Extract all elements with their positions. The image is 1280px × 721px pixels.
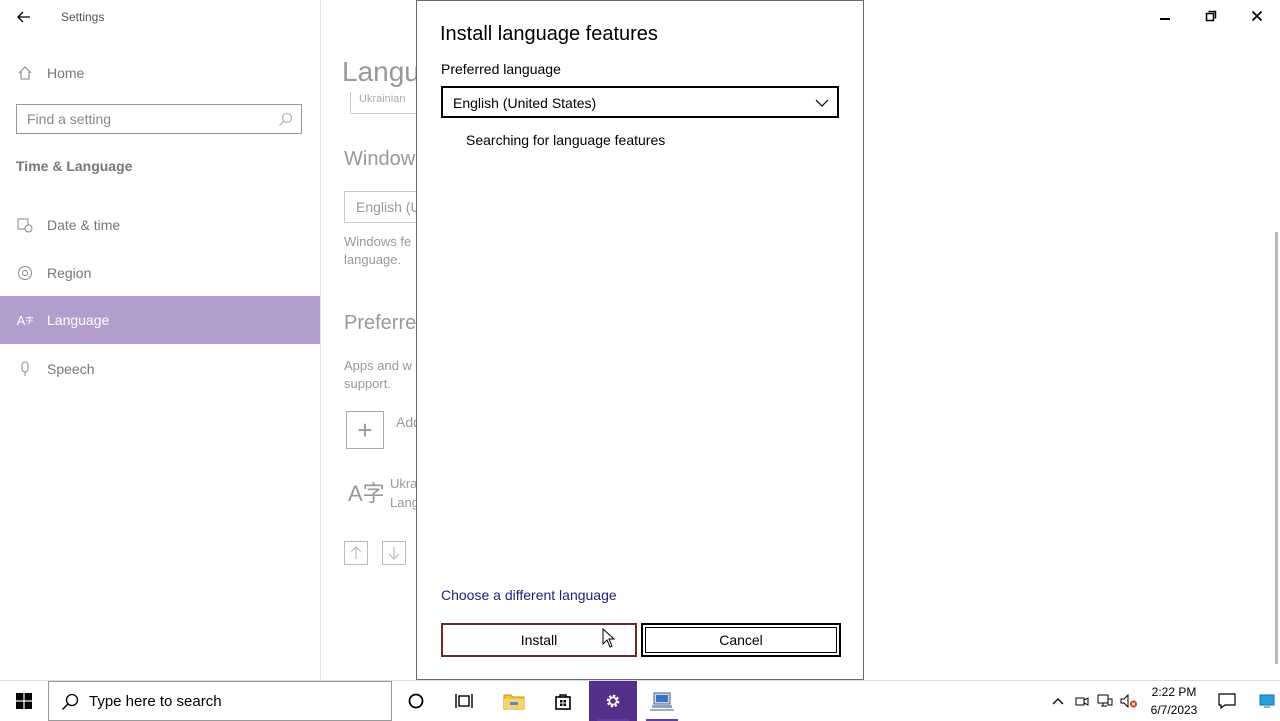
- clock-time: 2:22 PM: [1151, 685, 1197, 699]
- cancel-button[interactable]: Cancel: [641, 623, 841, 657]
- install-language-features-dialog: Install language features Preferred lang…: [416, 0, 864, 680]
- start-button[interactable]: [0, 681, 48, 721]
- file-explorer-button[interactable]: [490, 681, 538, 721]
- windows-logo-icon: [16, 693, 32, 709]
- folder-icon: [503, 694, 525, 710]
- preferred-languages-heading: Preferre: [344, 312, 417, 334]
- network-icon: [1097, 694, 1113, 707]
- cortana-button[interactable]: [392, 681, 440, 721]
- choose-different-language-link[interactable]: Choose a different language: [441, 587, 617, 603]
- settings-sidebar: Settings Home Time & Language Date & tim…: [0, 0, 321, 680]
- notification-icon: [1218, 693, 1236, 709]
- preferred-language-label: Preferred language: [441, 61, 561, 77]
- sidebar-item-label: Region: [47, 265, 92, 281]
- move-up-button[interactable]: [344, 541, 368, 565]
- find-setting-search[interactable]: [16, 104, 302, 134]
- task-view-button[interactable]: [440, 681, 488, 721]
- video-camera-icon: [1075, 697, 1089, 706]
- sidebar-item-speech[interactable]: Speech: [0, 345, 320, 393]
- add-language-button[interactable]: +: [346, 411, 384, 449]
- arrow-up-icon: [350, 546, 362, 559]
- search-icon: [61, 693, 79, 716]
- preferred-language-select[interactable]: English (United States): [441, 86, 839, 118]
- microphone-icon: [17, 361, 33, 377]
- searching-status: Searching for language features: [466, 132, 666, 148]
- section-heading: Time & Language: [16, 158, 133, 174]
- language-subtitle: Lang: [390, 495, 419, 510]
- sidebar-item-label: Language: [47, 312, 110, 328]
- plus-icon: +: [357, 414, 373, 445]
- task-view-icon: [455, 694, 473, 708]
- content-scrollbar[interactable]: [1275, 232, 1278, 664]
- language-icon: A字: [16, 312, 34, 328]
- sidebar-item-language[interactable]: A字 Language: [0, 296, 320, 344]
- show-hidden-icons-button[interactable]: [1046, 681, 1070, 721]
- dialog-title: Install language features: [440, 23, 658, 45]
- desktop-icon: [1259, 694, 1275, 708]
- calendar-clock-icon: [17, 217, 33, 233]
- move-down-button[interactable]: [382, 541, 406, 565]
- close-icon: [1251, 10, 1263, 22]
- clock-date: 6/7/2023: [1150, 703, 1198, 717]
- cortana-circle-icon: [408, 693, 424, 709]
- computer-network-icon: [650, 692, 674, 711]
- window-controls: [1142, 0, 1280, 32]
- sidebar-item-date-time[interactable]: Date & time: [0, 201, 320, 249]
- back-arrow-icon: [17, 11, 30, 23]
- selected-language-value: English (United States): [453, 95, 597, 111]
- windows-display-heading: Window: [344, 148, 416, 170]
- list-item-ukrainian[interactable]: Ukra Lang: [390, 474, 419, 512]
- sidebar-item-label: Speech: [47, 361, 95, 377]
- home-icon: [17, 65, 33, 81]
- minimize-button[interactable]: [1142, 0, 1188, 32]
- volume-button[interactable]: [1118, 681, 1140, 721]
- search-icon: [278, 112, 293, 132]
- taskbar-search-text: Type here to search: [89, 693, 222, 710]
- network-status-button[interactable]: [1094, 681, 1116, 721]
- page-title: Langu: [342, 56, 420, 87]
- window-title: Settings: [61, 10, 105, 24]
- globe-icon: [17, 265, 33, 281]
- sidebar-item-label: Home: [47, 65, 85, 81]
- network-app-button[interactable]: [638, 681, 686, 721]
- restore-button[interactable]: [1188, 0, 1234, 32]
- settings-taskbar-button[interactable]: [589, 681, 637, 721]
- chevron-up-icon: [1052, 698, 1064, 705]
- gear-icon: [606, 694, 620, 708]
- show-desktop-button[interactable]: [1254, 681, 1280, 721]
- find-setting-input[interactable]: [27, 111, 267, 127]
- minimize-icon: [1160, 18, 1170, 20]
- sidebar-item-label: Date & time: [47, 217, 121, 233]
- arrow-down-icon: [388, 547, 400, 560]
- meet-now-button[interactable]: [1072, 681, 1092, 721]
- language-name: Ukra: [390, 476, 418, 491]
- close-button[interactable]: [1234, 0, 1280, 32]
- action-center-button[interactable]: [1212, 681, 1242, 721]
- taskbar: Type here to search 2:22 PM 6/7/2023: [0, 680, 1280, 721]
- sidebar-item-region[interactable]: Region: [0, 249, 320, 297]
- speaker-muted-icon: [1120, 694, 1137, 708]
- store-bag-icon: [555, 694, 571, 710]
- back-button[interactable]: [14, 7, 34, 27]
- restore-icon: [1205, 10, 1217, 22]
- language-glyph-icon: A字: [348, 481, 385, 506]
- sidebar-item-home[interactable]: Home: [0, 49, 320, 97]
- store-button[interactable]: [539, 681, 587, 721]
- mouse-pointer-icon: [602, 627, 616, 653]
- taskbar-clock[interactable]: 2:22 PM 6/7/2023: [1146, 683, 1202, 719]
- chevron-down-icon: [815, 96, 829, 114]
- taskbar-search-box[interactable]: Type here to search: [48, 681, 392, 721]
